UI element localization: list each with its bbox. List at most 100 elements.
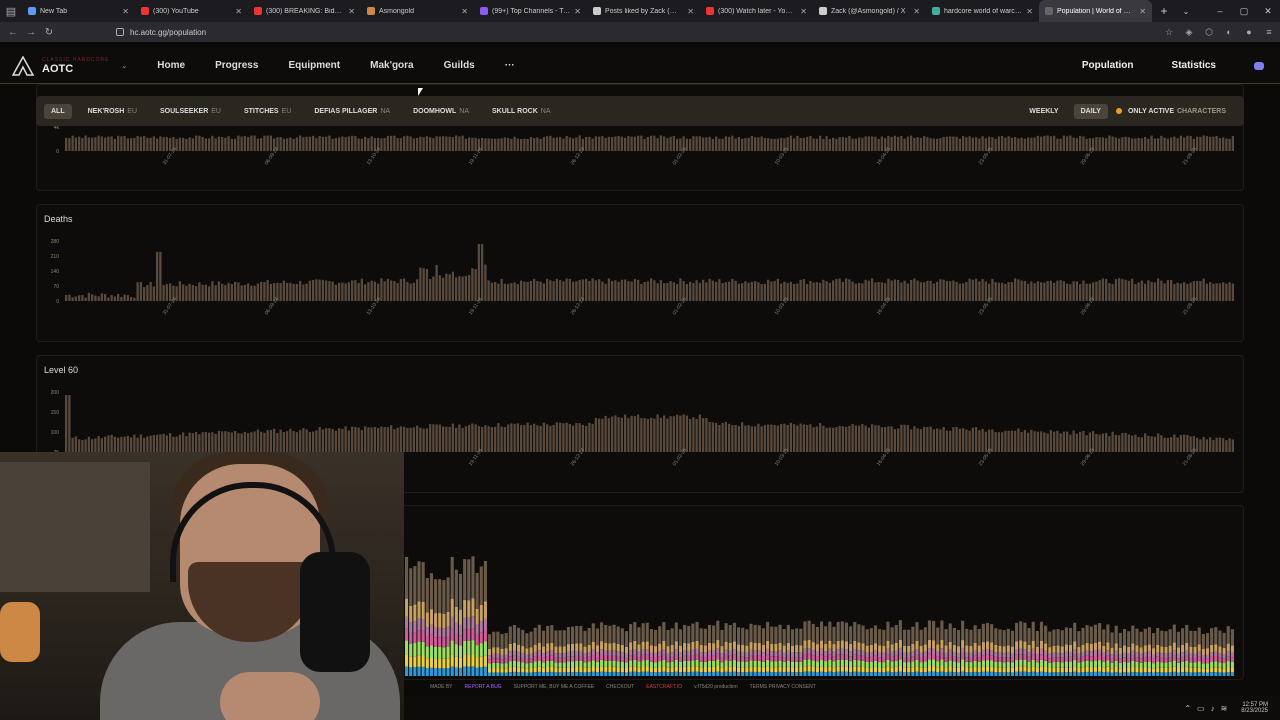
chart-bar bbox=[1017, 279, 1020, 301]
chart-bar bbox=[923, 282, 926, 301]
nav-home[interactable]: Home bbox=[157, 60, 185, 71]
close-tab-icon[interactable]: ✕ bbox=[1026, 7, 1033, 16]
legal-links[interactable]: TERMS PRIVACY CONSENT bbox=[750, 684, 816, 690]
stacked-bar-segment bbox=[620, 645, 624, 653]
nav-population[interactable]: Population bbox=[1082, 60, 1134, 71]
stacked-bar-segment bbox=[1218, 646, 1222, 654]
stacked-bar-segment bbox=[790, 661, 795, 668]
checkout-link[interactable]: EASTCRAFT.IO bbox=[646, 684, 682, 690]
browser-tab[interactable]: New Tab ✕ bbox=[22, 0, 135, 22]
stacked-bar-segment bbox=[770, 651, 774, 657]
stacked-bar-segment bbox=[1006, 628, 1010, 646]
stacked-bar-segment bbox=[724, 641, 728, 650]
stacked-bar-segment bbox=[981, 660, 985, 667]
chevron-down-icon[interactable]: ⌄ bbox=[121, 62, 127, 70]
close-tab-icon[interactable]: ✕ bbox=[800, 7, 807, 16]
close-tab-icon[interactable]: ✕ bbox=[122, 7, 129, 16]
extension-icon[interactable]: ◈ bbox=[1182, 27, 1196, 38]
chart-bar bbox=[234, 138, 237, 151]
realm-filter-chip[interactable]: SKULL ROCK NA bbox=[485, 104, 558, 119]
stacked-bar-segment bbox=[919, 672, 923, 676]
stacked-bar-segment bbox=[1226, 656, 1230, 662]
browser-tab[interactable]: (300) BREAKING: Biden aide de✕ bbox=[248, 0, 361, 22]
discord-icon[interactable] bbox=[1254, 61, 1264, 70]
browser-tab[interactable]: Asmongold ✕ bbox=[361, 0, 474, 22]
back-icon[interactable]: ← bbox=[4, 27, 22, 38]
report-bug-link[interactable]: REPORT A BUG bbox=[465, 684, 502, 690]
clock[interactable]: 12:57 PM 8/23/2025 bbox=[1241, 702, 1268, 714]
forward-icon[interactable]: → bbox=[22, 27, 40, 38]
close-window-icon[interactable]: ✕ bbox=[1256, 6, 1280, 17]
browser-tab[interactable]: Zack (@Asmongold) / X ✕ bbox=[813, 0, 926, 22]
chart-bar bbox=[227, 282, 230, 301]
browser-tab[interactable]: (300) YouTube ✕ bbox=[135, 0, 248, 22]
close-tab-icon[interactable]: ✕ bbox=[687, 7, 694, 16]
only-active-toggle[interactable]: ONLY ACTIVE CHARACTERS bbox=[1115, 108, 1226, 115]
close-tab-icon[interactable]: ✕ bbox=[1139, 7, 1146, 16]
chart-bar bbox=[711, 138, 715, 151]
extension-icon-2[interactable]: ◐ bbox=[1222, 27, 1236, 38]
browser-tab[interactable]: Population | World of Warcraft✕ bbox=[1039, 0, 1152, 22]
stacked-bar-segment bbox=[471, 640, 475, 655]
chart-bar bbox=[1010, 137, 1014, 151]
reload-icon[interactable]: ↻ bbox=[40, 27, 58, 38]
extensions-icon[interactable]: ⬡ bbox=[1202, 27, 1216, 38]
chart-bar bbox=[1183, 434, 1186, 452]
tray-chevron-icon[interactable]: ⌃ bbox=[1184, 704, 1191, 713]
stacked-bar-segment bbox=[554, 667, 558, 673]
stacked-bar-segment bbox=[1031, 659, 1035, 667]
chart-bar bbox=[624, 137, 627, 151]
support-link[interactable]: SUPPORT ME, BUY ME A COFFEE bbox=[514, 684, 595, 690]
realm-filter-chip[interactable]: DEFIAS PILLAGER NA bbox=[307, 104, 397, 119]
daily-toggle[interactable]: DAILY bbox=[1073, 103, 1108, 119]
realm-filter-chip[interactable]: STITCHES EU bbox=[237, 104, 298, 119]
close-tab-icon[interactable]: ✕ bbox=[461, 7, 468, 16]
stacked-bar-segment bbox=[903, 645, 907, 653]
chart-bar bbox=[87, 436, 91, 452]
browser-tab[interactable]: (300) Watch later - YouTube✕ bbox=[700, 0, 813, 22]
tab-list-dropdown-icon[interactable]: ⌄ bbox=[1176, 7, 1196, 16]
chart-bar bbox=[1231, 283, 1235, 301]
nav-equipment[interactable]: Equipment bbox=[288, 60, 340, 71]
made-by[interactable]: MADE BY bbox=[430, 684, 453, 690]
nav-progress[interactable]: Progress bbox=[215, 60, 258, 71]
realm-filter-chip[interactable]: NEK'ROSH EU bbox=[81, 104, 144, 119]
stacked-bar-segment bbox=[496, 668, 500, 673]
menu-icon[interactable]: ≡ bbox=[1262, 27, 1276, 38]
bookmark-star-icon[interactable]: ☆ bbox=[1162, 27, 1176, 38]
logo[interactable]: CLASSIC HARDCORE AOTC ⌄ bbox=[11, 54, 127, 76]
site-info-icon[interactable] bbox=[116, 28, 124, 36]
nav-guilds[interactable]: Guilds bbox=[444, 60, 475, 71]
tab-actions-icon[interactable]: ▤ bbox=[0, 0, 22, 22]
url-field[interactable]: hc.aotc.gg/population bbox=[116, 28, 206, 37]
stacked-bar-segment bbox=[645, 671, 649, 676]
browser-tab[interactable]: Posts liked by Zack (@Asmong✕ bbox=[587, 0, 700, 22]
realm-filter-chip[interactable]: SOULSEEKER EU bbox=[153, 104, 228, 119]
realm-filter-chip[interactable]: ALL bbox=[44, 103, 72, 119]
monitor-icon[interactable]: ▭ bbox=[1197, 704, 1205, 713]
stacked-bar-segment bbox=[500, 633, 504, 649]
minimize-icon[interactable]: – bbox=[1208, 6, 1232, 17]
network-icon[interactable]: ≋ bbox=[1221, 704, 1228, 713]
close-tab-icon[interactable]: ✕ bbox=[913, 7, 920, 16]
chart-bar bbox=[679, 415, 682, 452]
weekly-toggle[interactable]: WEEKLY bbox=[1022, 104, 1065, 119]
close-tab-icon[interactable]: ✕ bbox=[574, 7, 581, 16]
chart-bar bbox=[159, 136, 162, 151]
volume-icon[interactable]: ♪ bbox=[1211, 704, 1215, 713]
nav-makgora[interactable]: Mak'gora bbox=[370, 60, 414, 71]
maximize-icon[interactable]: ▢ bbox=[1232, 6, 1256, 17]
chart-bar bbox=[487, 138, 490, 151]
realm-filter-chip[interactable]: DOOMHOWL NA bbox=[406, 104, 476, 119]
more-icon[interactable]: ··· bbox=[505, 60, 515, 71]
chart-bar bbox=[442, 136, 445, 151]
nav-statistics[interactable]: Statistics bbox=[1172, 60, 1216, 71]
browser-tab[interactable]: (99+) Top Channels - Twitch✕ bbox=[474, 0, 587, 22]
profile-icon[interactable]: ● bbox=[1242, 27, 1256, 38]
chart-bar bbox=[1202, 278, 1205, 301]
new-tab-button[interactable]: + bbox=[1152, 4, 1176, 18]
close-tab-icon[interactable]: ✕ bbox=[235, 7, 242, 16]
browser-tab[interactable]: hardcore world of warcraft pop✕ bbox=[926, 0, 1039, 22]
stacked-bar-segment bbox=[421, 601, 425, 620]
close-tab-icon[interactable]: ✕ bbox=[348, 7, 355, 16]
